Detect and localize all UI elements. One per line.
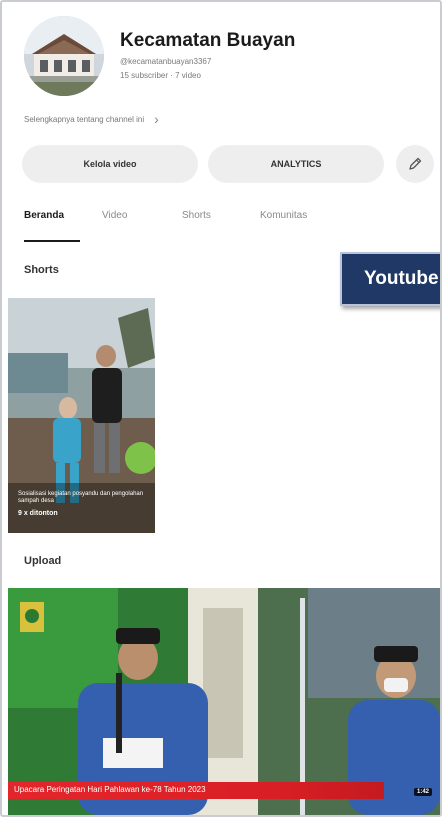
short-view-count: 9 x ditonton — [18, 510, 58, 517]
tab-video[interactable]: Video — [102, 210, 182, 221]
tab-komunitas[interactable]: Komunitas — [260, 210, 307, 221]
channel-name: Kecamatan Buayan — [120, 30, 296, 51]
upload-heading: Upload — [24, 555, 62, 567]
chevron-right-icon: › — [154, 111, 159, 127]
short-video-card[interactable]: Sosialisasi kegiatan posyandu dan pengol… — [8, 298, 155, 533]
analytics-button[interactable]: ANALYTICS — [208, 145, 384, 183]
channel-tabs: Beranda Video Shorts Komunitas — [24, 210, 307, 221]
youtube-banner: Youtube — [340, 252, 440, 306]
video-title: Upacara Peringatan Hari Pahlawan ke-78 T… — [14, 785, 206, 794]
video-card[interactable]: Upacara Peringatan Hari Pahlawan ke-78 T… — [8, 588, 440, 815]
edit-channel-button[interactable] — [396, 145, 434, 183]
shorts-heading: Shorts — [24, 264, 59, 276]
youtube-banner-text: Youtube — [364, 268, 439, 289]
tab-beranda[interactable]: Beranda — [24, 210, 102, 221]
channel-avatar[interactable] — [24, 16, 104, 96]
office-building-photo — [24, 16, 104, 96]
video-duration: 1:42 — [414, 788, 433, 796]
youtube-channel-screen: Kecamatan Buayan @kecamatanbuayan3367 15… — [0, 0, 442, 817]
channel-handle: @kecamatanbuayan3367 — [120, 57, 212, 66]
tab-shorts[interactable]: Shorts — [182, 210, 260, 221]
manage-videos-button[interactable]: Kelola video — [22, 145, 198, 183]
channel-stats: 15 subscriber · 7 video — [120, 71, 201, 80]
short-caption: Sosialisasi kegiatan posyandu dan pengol… — [18, 491, 144, 504]
more-about-channel-label: Selengkapnya tentang channel ini — [24, 114, 145, 124]
pencil-icon — [409, 157, 422, 170]
more-about-channel-link[interactable]: Selengkapnya tentang channel ini › — [24, 111, 159, 127]
active-tab-indicator — [24, 240, 80, 242]
video-thumbnail — [8, 588, 440, 815]
